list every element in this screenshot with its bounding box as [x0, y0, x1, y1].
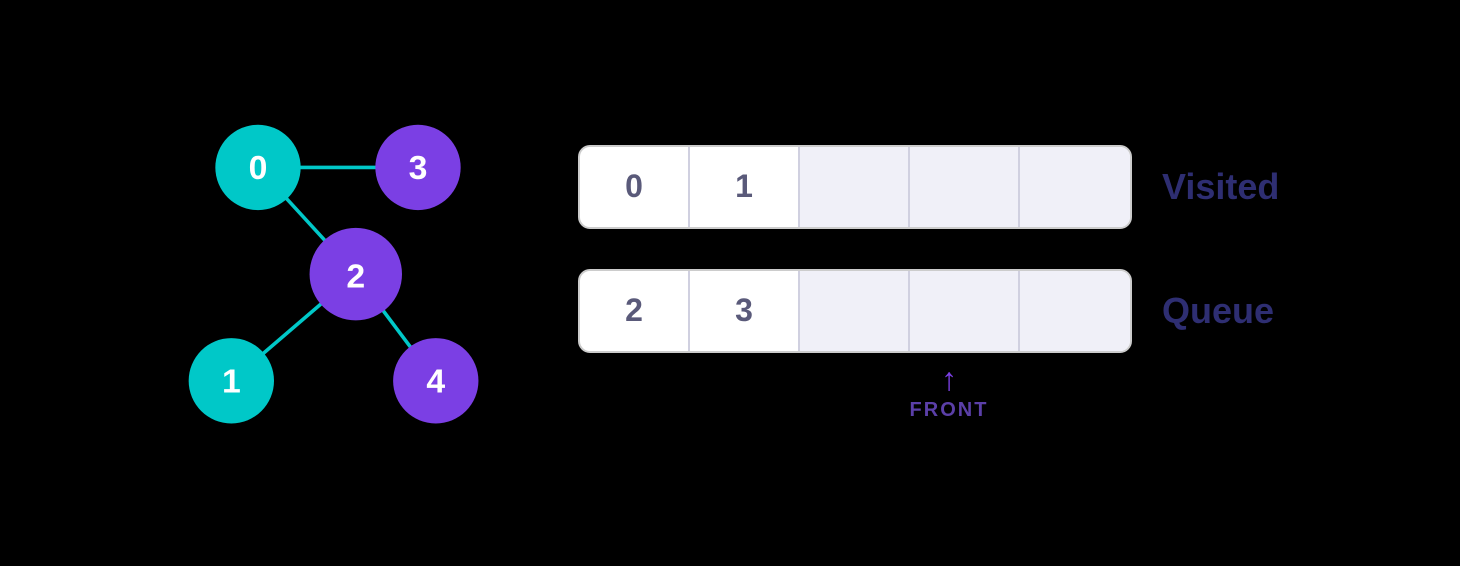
front-label: FRONT — [910, 399, 989, 422]
queue-wrapper: 2 3 Queue ↑ FRONT — [578, 269, 1282, 422]
main-container: 0 1 2 3 4 0 1 Visited — [178, 73, 1282, 493]
visited-array: 0 1 — [578, 145, 1132, 229]
visited-cell-1: 1 — [690, 147, 800, 227]
visited-row: 0 1 Visited — [578, 145, 1282, 229]
queue-array: 2 3 — [578, 269, 1132, 353]
visited-cell-3 — [910, 147, 1020, 227]
front-arrow-icon: ↑ — [941, 363, 957, 395]
queue-label: Queue — [1162, 290, 1282, 332]
arrays-panel: 0 1 Visited 2 3 Queue — [578, 145, 1282, 422]
queue-cell-0: 2 — [580, 271, 690, 351]
node-3-label: 3 — [409, 149, 428, 187]
queue-cell-3 — [910, 271, 1020, 351]
queue-cell-1: 3 — [690, 271, 800, 351]
node-0-label: 0 — [249, 149, 268, 187]
graph-area: 0 1 2 3 4 — [178, 73, 498, 493]
visited-cell-0: 0 — [580, 147, 690, 227]
front-indicator: ↑ FRONT — [616, 363, 1282, 422]
node-1-label: 1 — [222, 362, 241, 400]
queue-row: 2 3 Queue — [578, 269, 1282, 353]
visited-label: Visited — [1162, 166, 1282, 208]
visited-cell-4 — [1020, 147, 1130, 227]
node-4-label: 4 — [426, 362, 445, 400]
queue-cell-2 — [800, 271, 910, 351]
graph-svg: 0 1 2 3 4 — [178, 73, 498, 493]
node-2-label: 2 — [346, 257, 365, 295]
visited-cell-2 — [800, 147, 910, 227]
queue-cell-4 — [1020, 271, 1130, 351]
